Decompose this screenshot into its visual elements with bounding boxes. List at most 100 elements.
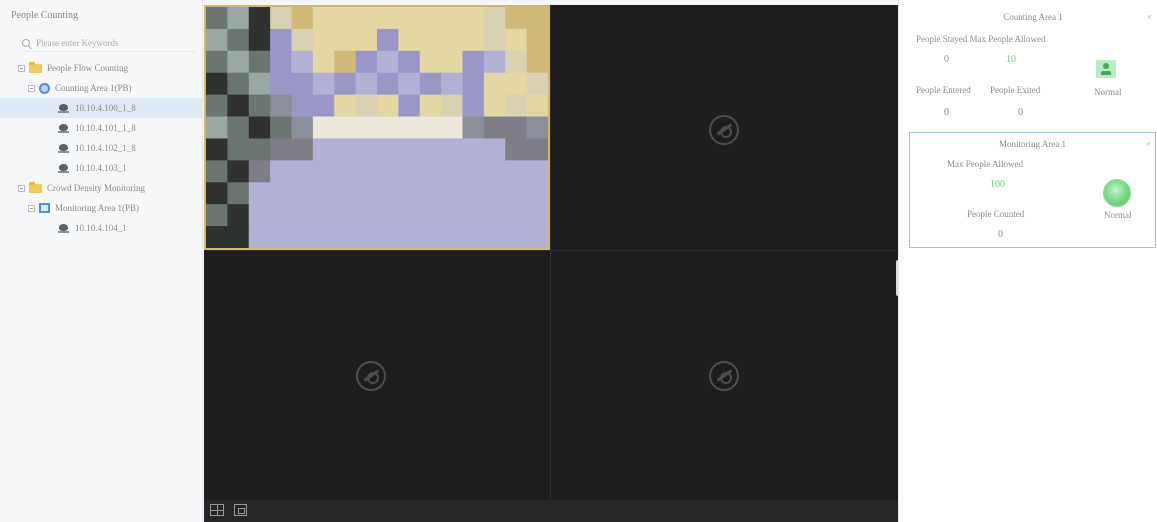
video-pixel <box>419 94 442 118</box>
video-pixel <box>398 50 421 74</box>
tree-item-group[interactable]: People Flow Counting <box>0 58 203 78</box>
video-pixel <box>377 138 399 161</box>
video-pixel <box>419 50 442 74</box>
video-pixel <box>505 204 528 227</box>
video-pixel <box>526 116 548 139</box>
video-pixel <box>334 7 357 30</box>
video-pixel <box>227 94 250 118</box>
video-pixel <box>419 204 442 227</box>
camera-icon <box>58 223 69 234</box>
people-exited-value: 0 <box>1018 107 1023 118</box>
collapse-toggle-icon[interactable] <box>18 64 25 72</box>
video-pixel <box>462 182 485 205</box>
video-pixel <box>270 50 292 74</box>
search-placeholder: Please enter Keywords <box>36 38 119 48</box>
video-pixel <box>270 116 292 139</box>
close-icon[interactable]: × <box>1147 12 1152 22</box>
video-pixel <box>462 204 485 227</box>
video-pixel <box>227 7 250 30</box>
video-pixel <box>334 28 357 52</box>
tree-item-label: 10.10.4.103_1 <box>75 163 127 173</box>
people-exited-label: People Exited <box>990 85 1041 95</box>
video-pixel <box>419 116 442 139</box>
video-pixel <box>355 204 378 227</box>
video-pixel <box>248 116 271 139</box>
card-title: Monitoring Area 1 <box>999 139 1066 149</box>
video-pixel <box>462 72 485 96</box>
video-window-2[interactable] <box>551 5 898 250</box>
grid-divider <box>204 250 898 251</box>
tree-item-label: 10.10.4.100_1_8 <box>75 103 136 113</box>
video-pixel <box>419 160 442 183</box>
video-pixel <box>248 138 271 161</box>
tree-item-area[interactable]: Monitoring Area 1(PB) <box>0 198 203 218</box>
video-pixel <box>505 182 528 205</box>
video-pixel <box>355 7 378 30</box>
video-pixel <box>334 182 357 205</box>
video-pixel <box>462 116 485 139</box>
search-icon <box>22 39 30 47</box>
video-pixel <box>355 116 378 139</box>
people-counted-label: People Counted <box>967 209 1025 219</box>
video-pixel <box>270 204 292 227</box>
video-pixel <box>377 50 399 74</box>
tree-item-camera[interactable]: 10.10.4.102_1_8 <box>0 138 203 158</box>
people-counted-value: 0 <box>998 229 1003 240</box>
video-pixel <box>291 50 314 74</box>
panel-title: People Counting <box>11 10 78 21</box>
video-pixel <box>270 160 292 183</box>
tree-item-area[interactable]: Counting Area 1(PB) <box>0 78 203 98</box>
layout-icon[interactable] <box>234 504 247 516</box>
video-pixel <box>505 28 528 52</box>
camera-icon <box>58 103 69 114</box>
video-pixel <box>355 138 378 161</box>
video-pixel <box>526 7 548 30</box>
video-pixel <box>505 116 528 139</box>
video-pixel <box>312 182 335 205</box>
video-pixel <box>248 94 271 118</box>
video-pixel <box>419 7 442 30</box>
tree-item-camera[interactable]: 10.10.4.101_1_8 <box>0 118 203 138</box>
video-pixel <box>526 72 548 96</box>
tree-item-label: People Flow Counting <box>47 63 129 73</box>
video-pixel <box>377 94 399 118</box>
device-tree-panel: People Counting Please enter Keywords Pe… <box>0 0 203 522</box>
close-icon[interactable]: × <box>1146 139 1151 149</box>
video-window-3[interactable] <box>204 251 550 500</box>
video-pixel <box>419 226 442 248</box>
video-pixel <box>312 204 335 227</box>
video-pixel <box>227 28 250 52</box>
search-input[interactable]: Please enter Keywords <box>22 35 196 52</box>
tree-item-camera[interactable]: 10.10.4.103_1 <box>0 158 203 178</box>
video-pixel <box>462 50 485 74</box>
status-label: Normal <box>1104 210 1132 220</box>
tree-item-camera[interactable]: 10.10.4.100_1_8 <box>0 98 203 118</box>
video-pixel <box>312 94 335 118</box>
video-pixel <box>291 94 314 118</box>
video-pixel <box>483 160 506 183</box>
tree-item-group[interactable]: Crowd Density Monitoring <box>0 178 203 198</box>
window-split-icon[interactable] <box>210 504 224 516</box>
video-pixel <box>355 160 378 183</box>
collapse-toggle-icon[interactable] <box>18 184 25 192</box>
video-pixel <box>334 226 357 248</box>
max-allowed-value: 100 <box>990 179 1005 190</box>
video-pixel <box>462 160 485 183</box>
people-stayed-label: People Stayed Max People Allowed <box>916 34 1046 44</box>
video-pixel <box>441 7 463 30</box>
video-pixel <box>526 28 548 52</box>
video-pixel <box>398 226 421 248</box>
video-window-4[interactable] <box>551 251 898 500</box>
video-pixel <box>206 7 228 30</box>
video-window-1[interactable] <box>204 5 550 250</box>
monitoring-area-card: Monitoring Area 1 × Max People Allowed 1… <box>909 132 1156 248</box>
video-pixel <box>526 50 548 74</box>
video-pixel <box>334 204 357 227</box>
camera-icon <box>58 163 69 174</box>
collapse-toggle-icon[interactable] <box>28 84 35 92</box>
collapse-toggle-icon[interactable] <box>28 204 35 212</box>
tree-item-camera[interactable]: 10.10.4.104_1 <box>0 218 203 238</box>
video-pixel <box>355 50 378 74</box>
video-pixel <box>377 7 399 30</box>
video-pixel <box>227 138 250 161</box>
